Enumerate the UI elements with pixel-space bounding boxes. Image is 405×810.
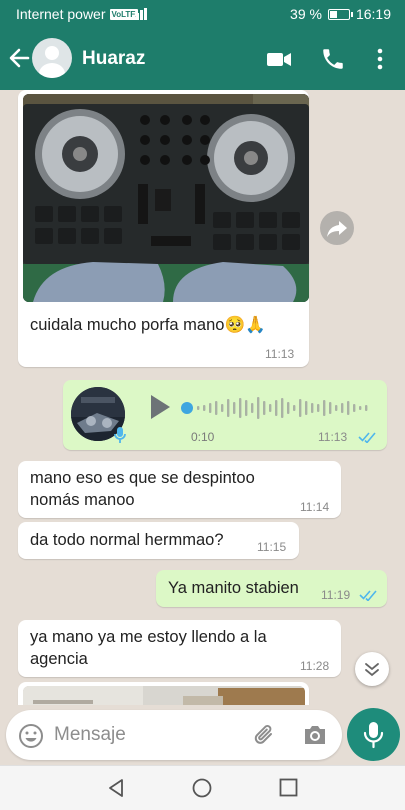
waveform-bar: [335, 405, 338, 411]
message-text: ya mano ya me estoy llendo a la agencia: [30, 628, 267, 668]
waveform-bar: [269, 404, 272, 412]
message-text: mano eso es que se despintoo nomás manoo: [30, 469, 255, 509]
waveform-bar: [275, 400, 278, 416]
voice-waveform[interactable]: [181, 396, 371, 420]
attach-clip-icon[interactable]: [252, 722, 278, 748]
waveform-bar: [359, 406, 362, 410]
double-chevron-down-icon: [365, 663, 379, 677]
message-time: 11:14: [300, 500, 330, 514]
nav-home-icon[interactable]: [192, 778, 212, 798]
waveform-bar: [197, 406, 200, 410]
waveform-bar: [221, 404, 224, 412]
waveform-bar: [347, 401, 350, 415]
waveform-bar: [323, 400, 326, 416]
message-input[interactable]: [54, 722, 234, 748]
text-message-bubble[interactable]: Ya manito stabien 11:19: [156, 570, 387, 607]
back-arrow-icon[interactable]: [8, 44, 30, 72]
scroll-to-bottom-button[interactable]: [355, 652, 389, 686]
message-time: 11:13: [318, 430, 348, 444]
waveform-bar: [329, 402, 332, 414]
voice-record-button[interactable]: [347, 708, 400, 761]
message-time: 11:15: [257, 540, 287, 554]
waveform-bar: [215, 401, 218, 415]
contact-name[interactable]: Huaraz: [82, 48, 145, 70]
building-photo[interactable]: [23, 686, 305, 705]
read-ticks-icon: [359, 590, 377, 601]
text-message-bubble[interactable]: ya mano ya me estoy llendo a la agencia …: [18, 620, 341, 677]
waveform-bar: [203, 405, 206, 411]
carrier-label: Internet power: [16, 6, 106, 22]
camera-icon[interactable]: [302, 723, 328, 747]
voice-duration: 0:10: [191, 430, 215, 444]
video-call-icon[interactable]: [266, 46, 292, 72]
waveform-bar: [251, 403, 254, 413]
message-time: 11:13: [265, 347, 295, 361]
play-icon: [151, 395, 170, 419]
message-input-container: [6, 710, 342, 760]
battery-percent: 39 %: [290, 6, 322, 22]
waveform-bar: [239, 398, 242, 418]
voice-message-bubble[interactable]: 0:10 11:13: [63, 380, 387, 450]
waveform-bar: [209, 403, 212, 413]
carrier-name: Internet power VoLTE: [16, 6, 138, 22]
battery-icon: [327, 8, 353, 20]
chat-area[interactable]: cuidala mucho porfa mano🥺🙏 11:13 0:10 11…: [0, 90, 405, 705]
waveform-bar: [233, 402, 236, 414]
clock: 16:19: [355, 6, 391, 22]
waveform-bar: [341, 403, 344, 413]
waveform-bar: [281, 398, 284, 418]
mic-icon: [113, 426, 127, 444]
image-message-bubble[interactable]: cuidala mucho porfa mano🥺🙏 11:13: [18, 90, 309, 367]
message-time: 11:19: [321, 588, 351, 602]
waveform-bar: [305, 401, 308, 415]
image-caption: cuidala mucho porfa mano🥺🙏: [30, 316, 266, 334]
waveform-bar: [353, 404, 356, 412]
nav-back-icon[interactable]: [106, 778, 126, 798]
phone-call-icon[interactable]: [320, 46, 346, 72]
waveform-bar: [287, 402, 290, 414]
waveform-bar: [317, 404, 320, 412]
forward-button[interactable]: [320, 211, 354, 245]
forward-icon: [327, 221, 347, 237]
image-message-bubble[interactable]: [18, 682, 309, 705]
contact-avatar[interactable]: [32, 38, 72, 78]
status-bar: Internet power VoLTE 39 % 16:19: [0, 0, 405, 28]
read-ticks-icon: [358, 432, 376, 443]
waveform-bar: [227, 399, 230, 417]
waveform-bar: [365, 405, 368, 411]
waveform-bar: [257, 397, 260, 419]
battery-level-fill: [329, 10, 337, 18]
emoji-icon[interactable]: [18, 723, 44, 749]
text-message-bubble[interactable]: mano eso es que se despintoo nomás manoo…: [18, 461, 341, 518]
composer-bar: [0, 705, 405, 765]
chat-header: Huaraz: [0, 28, 405, 90]
signal-icon: [132, 8, 148, 20]
microphone-icon: [363, 722, 384, 749]
dj-controller-photo[interactable]: [23, 94, 309, 302]
message-time: 11:28: [300, 659, 330, 673]
waveform-bar: [263, 401, 266, 415]
waveform-bar: [293, 405, 296, 411]
message-text: da todo normal hermmao?: [30, 531, 224, 549]
play-button[interactable]: [149, 394, 171, 420]
system-nav-bar: [0, 765, 405, 810]
waveform-bar: [311, 403, 314, 413]
text-message-bubble[interactable]: da todo normal hermmao? 11:15: [18, 522, 299, 559]
nav-recents-icon[interactable]: [279, 778, 298, 797]
waveform-bar: [245, 400, 248, 416]
waveform-bar: [299, 399, 302, 417]
more-options-icon[interactable]: [370, 46, 396, 72]
message-text: Ya manito stabien: [168, 579, 299, 597]
status-right: 39 % 16:19: [290, 6, 391, 22]
